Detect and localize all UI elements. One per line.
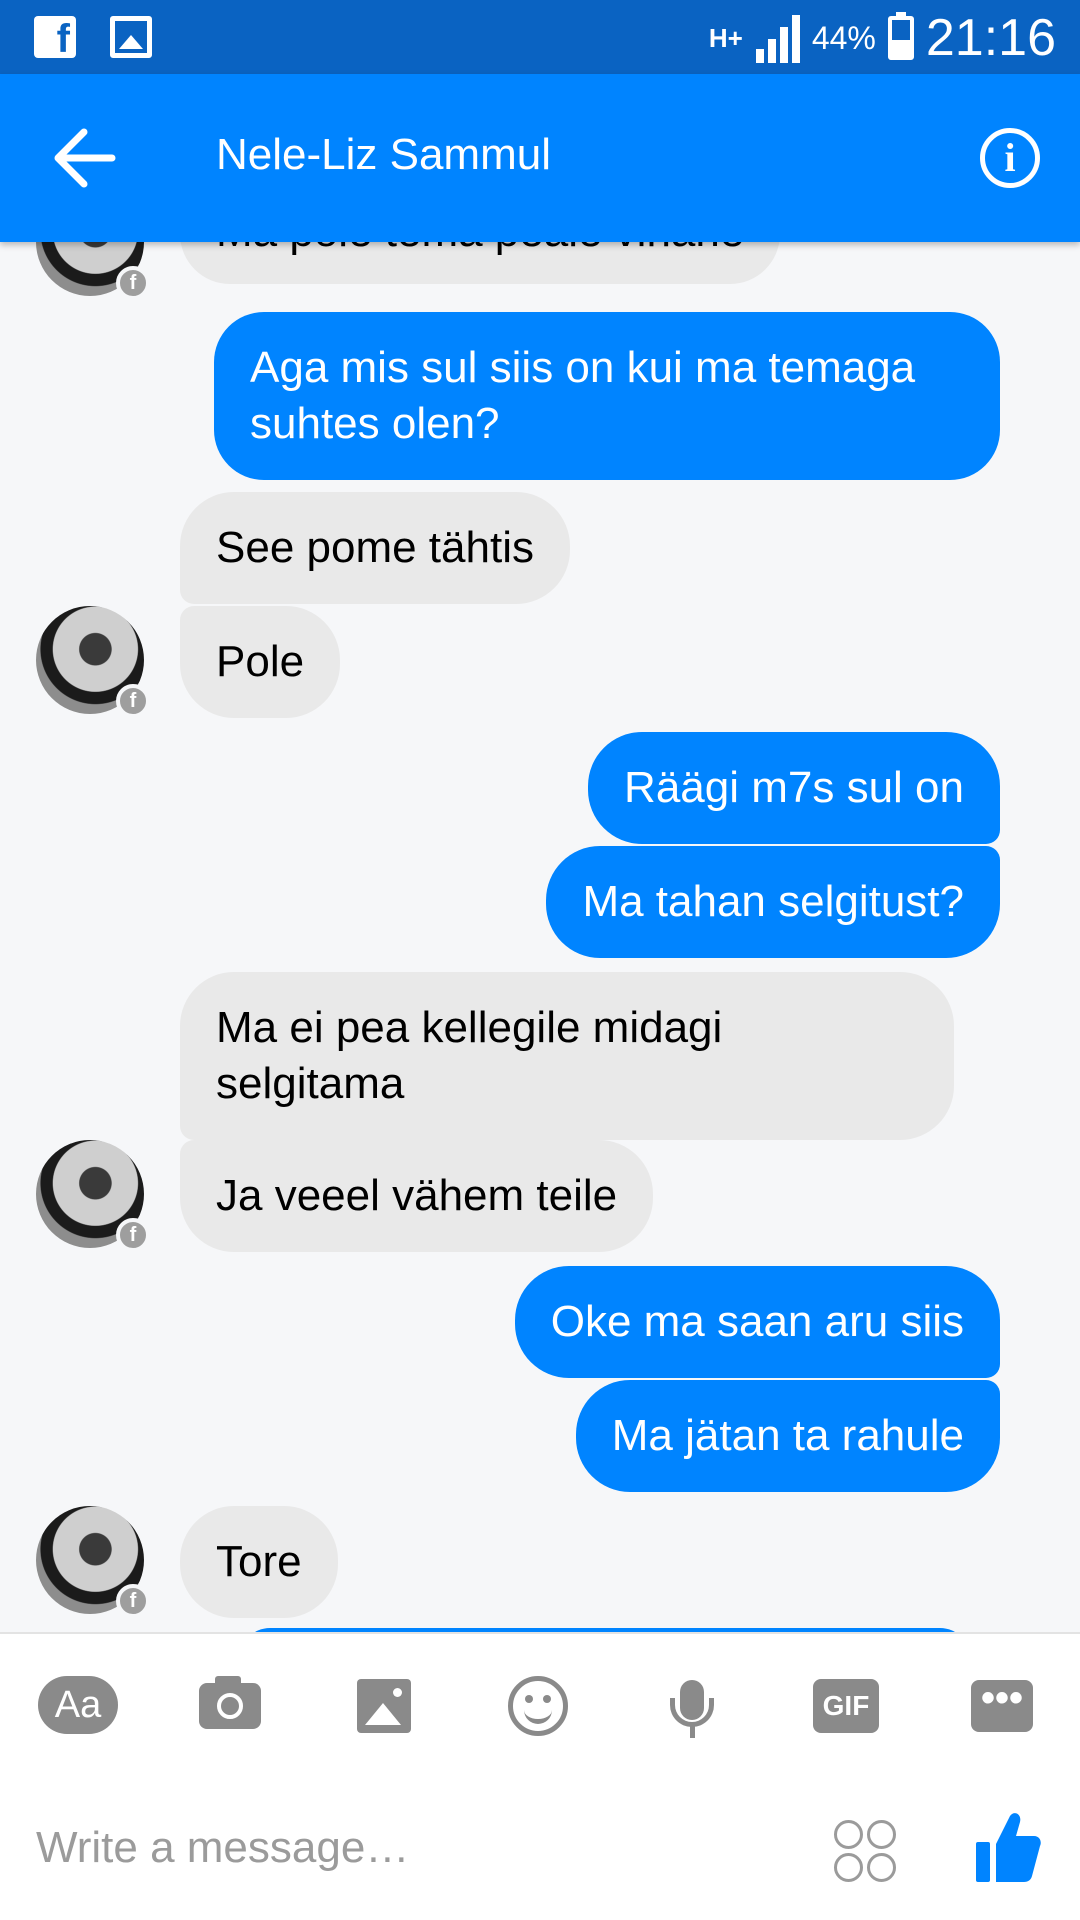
message-input[interactable] [36,1818,776,1878]
back-button[interactable] [50,126,120,190]
battery-icon [887,12,914,60]
stickers-button[interactable] [834,1820,896,1882]
image-notification-icon [110,16,152,58]
battery-percent: 44% [811,19,876,56]
more-icon: ••• [971,1678,1033,1732]
message-outgoing[interactable]: Ma tahan selgitust? [546,846,1000,958]
like-button[interactable] [974,1810,1042,1884]
message-outgoing[interactable]: Oke ma saan aru siis [514,1266,1000,1378]
message-incoming[interactable]: See pome tähtis [180,492,570,604]
gif-button[interactable]: GIF [806,1676,886,1736]
gallery-button[interactable] [344,1676,424,1736]
status-bar: f H+ 44% 21:16 [0,0,1080,74]
composer [0,1774,1080,1920]
message-incoming[interactable]: Ma ei pea kellegile midagi selgitama [180,972,954,1140]
contact-name[interactable]: Nele-Liz Sammul [216,130,551,180]
message-outgoing[interactable]: Ma jätan ta rahule [575,1380,1000,1492]
avatar[interactable]: f [36,606,150,718]
voice-button[interactable] [652,1676,732,1738]
message-outgoing[interactable]: Räägi m7s sul on [588,732,1000,844]
conversation-header: Nele-Liz Sammul i [0,74,1080,242]
signal-icon [755,13,800,63]
info-button[interactable]: i [980,128,1040,188]
clock: 21:16 [925,9,1056,67]
network-type: H+ [708,23,743,53]
stickers-icon [834,1820,863,1849]
camera-button[interactable] [190,1676,270,1736]
avatar[interactable]: f [36,1140,150,1252]
info-icon: i [1004,135,1016,180]
more-button[interactable]: ••• [962,1676,1042,1736]
message-outgoing[interactable]: Aga mis sul siis on kui ma temaga suhtes… [214,312,1000,480]
gallery-icon [357,1679,411,1733]
messenger-badge-icon: f [116,684,150,718]
emoji-button[interactable] [498,1676,578,1736]
message-list[interactable]: f Ma pole tema peale vihane Aga mis sul … [0,242,1080,1632]
message-incoming[interactable]: Ja veeel vähem teile [180,1140,654,1252]
composer-toolbar: Aa GIF ••• [0,1632,1080,1774]
messenger-badge-icon: f [116,266,150,300]
messenger-badge-icon: f [116,1218,150,1252]
back-arrow-icon [54,128,116,188]
message-incoming[interactable]: Tore [180,1506,338,1618]
thumbs-up-icon [976,1813,1041,1882]
gif-icon: GIF [813,1679,879,1733]
facebook-icon: f [34,16,76,61]
emoji-icon [508,1676,568,1736]
message-incoming[interactable]: Ma pole tema peale vihane [180,242,781,284]
avatar[interactable]: f [36,1506,150,1618]
avatar[interactable]: f [36,242,150,300]
messenger-badge-icon: f [116,1584,150,1618]
camera-icon [199,1676,261,1729]
text-mode-button[interactable]: Aa [38,1676,118,1734]
microphone-icon [670,1680,714,1738]
message-incoming[interactable]: Pole [180,606,341,718]
